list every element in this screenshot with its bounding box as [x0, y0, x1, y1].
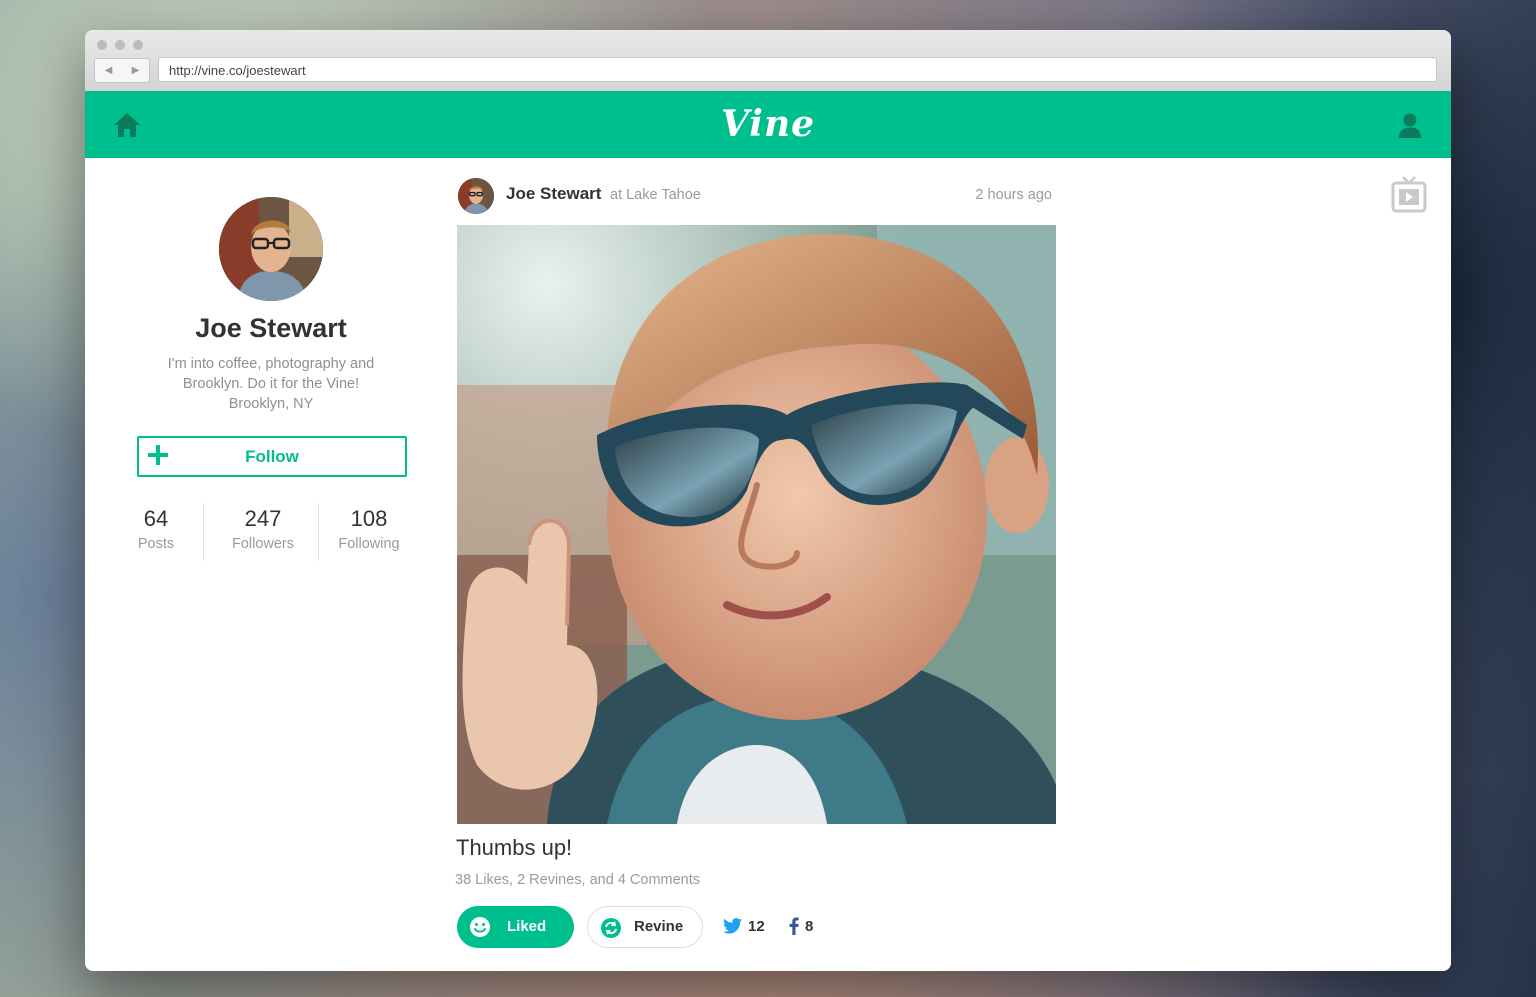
post-location[interactable]: at Lake Tahoe [610, 187, 701, 203]
stat-following-label: Following [338, 536, 400, 552]
follow-button[interactable]: Follow [137, 436, 407, 477]
vine-logo[interactable]: Vine [685, 99, 851, 149]
stat-posts[interactable]: 64 Posts [106, 504, 206, 554]
revine-button-label: Revine [634, 918, 684, 935]
post-author-name[interactable]: Joe Stewart [506, 184, 601, 204]
home-icon[interactable] [112, 111, 142, 139]
browser-toolbar: ◀ ▶ http://vine.co/joestewart [85, 30, 1451, 92]
browser-window: ◀ ▶ http://vine.co/joestewart Vine Joe S… [85, 30, 1451, 971]
revine-icon [601, 918, 621, 938]
follow-button-label: Follow [245, 447, 299, 466]
url-bar[interactable]: http://vine.co/joestewart [158, 57, 1437, 82]
facebook-icon [789, 917, 799, 935]
twitter-count: 12 [748, 917, 765, 935]
post-timestamp: 2 hours ago [975, 187, 1052, 203]
twitter-share[interactable]: 12 [723, 915, 765, 937]
profile-bio: I'm into coffee, photography and Brookly… [167, 356, 375, 392]
post-video[interactable] [457, 225, 1056, 824]
liked-button[interactable]: Liked [457, 906, 574, 948]
stat-following-value: 108 [350, 506, 388, 531]
stat-followers-label: Followers [231, 536, 295, 552]
close-window-dot[interactable] [97, 40, 107, 50]
tv-icon[interactable] [1391, 175, 1427, 213]
post-author-avatar[interactable] [458, 178, 494, 214]
site-header: Vine [85, 91, 1451, 158]
browser-nav-buttons: ◀ ▶ [94, 58, 150, 83]
smiley-icon [470, 917, 490, 937]
liked-button-label: Liked [507, 918, 547, 935]
user-icon[interactable] [1396, 111, 1424, 139]
stat-followers[interactable]: 247 Followers [213, 504, 313, 554]
stat-following[interactable]: 108 Following [319, 504, 419, 554]
stat-followers-value: 247 [244, 506, 282, 531]
minimize-window-dot[interactable] [115, 40, 125, 50]
facebook-share[interactable]: 8 [789, 915, 813, 937]
forward-button[interactable]: ▶ [132, 65, 140, 76]
profile-name: Joe Stewart [195, 313, 347, 343]
post-engagement-stats[interactable]: 38 Likes, 2 Revines, and 4 Comments [455, 872, 700, 888]
facebook-count: 8 [805, 917, 814, 935]
stat-posts-value: 64 [143, 506, 169, 531]
window-controls [97, 40, 143, 50]
profile-avatar [219, 197, 323, 301]
revine-button[interactable]: Revine [587, 906, 703, 948]
stat-posts-label: Posts [137, 536, 175, 552]
twitter-icon [723, 918, 742, 934]
zoom-window-dot[interactable] [133, 40, 143, 50]
post-caption: Thumbs up! [456, 835, 573, 860]
back-button[interactable]: ◀ [105, 65, 113, 76]
stat-divider [203, 503, 204, 561]
profile-location: Brooklyn, NY [228, 396, 314, 412]
